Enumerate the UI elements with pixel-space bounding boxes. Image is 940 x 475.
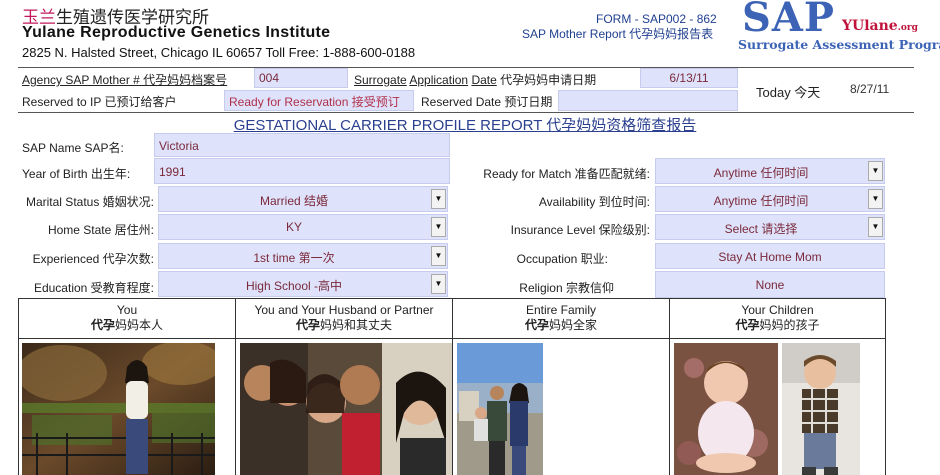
availability-label: Availability 到位时间:: [538, 195, 650, 209]
header-divider: [18, 67, 914, 68]
sap-logo: SAP YUlane.org Surrogate Assessment Prog…: [736, 0, 940, 52]
photo-column-family: Entire Family 代孕妈妈全家: [453, 299, 670, 475]
photo-header-en: Your Children: [741, 303, 814, 317]
availability-value: Anytime 任何时间: [713, 194, 809, 208]
chevron-down-icon[interactable]: ▼: [431, 246, 446, 266]
birth-year-label: Year of Birth 出生年:: [22, 167, 131, 181]
photo-column-you: You 代孕妈妈本人: [19, 299, 236, 475]
photo-column-couple: You and Your Husband or Partner 代孕妈妈和其丈夫: [236, 299, 453, 475]
surrogate-label-word2: Application: [409, 73, 469, 87]
availability-select[interactable]: Anytime 任何时间 ▼: [655, 186, 885, 212]
surrogate-photo[interactable]: [22, 343, 215, 475]
surrogate-application-date-field[interactable]: 6/13/11: [640, 68, 738, 88]
logo-yulane-text: YUlane.org: [842, 18, 918, 34]
photo-header-cn: 代孕妈妈本人: [19, 318, 235, 333]
insurance-level-label: Insurance Level 保险级别:: [510, 223, 650, 237]
insurance-level-value: Select 请选择: [724, 222, 798, 236]
agency-divider: [18, 112, 914, 113]
chevron-down-icon[interactable]: ▼: [868, 161, 883, 181]
today-date: 8/27/11: [850, 82, 890, 96]
occupation-field[interactable]: Stay At Home Mom: [655, 243, 885, 269]
ready-for-match-select[interactable]: Anytime 任何时间 ▼: [655, 158, 885, 184]
couple-photo[interactable]: [240, 343, 452, 475]
institute-english-name: Yulane Reproductive Genetics Institute: [22, 24, 331, 41]
photo-header-cn-rest: 妈妈和其丈夫: [320, 318, 393, 332]
photo-header-cn-bold: 代孕: [90, 318, 115, 332]
photo-header-cn-rest: 妈妈全家: [549, 318, 598, 332]
photo-column-children: Your Children 代孕妈妈的孩子: [670, 299, 885, 475]
logo-yulane-name: YUlane: [842, 18, 898, 34]
photo-header-en: You: [116, 303, 138, 317]
logo-tagline: Surrogate Assessment Program: [738, 37, 940, 52]
report-title: GESTATIONAL CARRIER PROFILE REPORT 代孕妈妈资…: [233, 117, 697, 134]
photo-header-en: Entire Family: [525, 303, 596, 317]
family-photo[interactable]: [457, 343, 543, 475]
reserved-ip-label: Reserved to IP 已预订给客户: [22, 95, 177, 109]
child-photo-1[interactable]: [674, 343, 778, 475]
logo-sap-text: SAP: [742, 0, 835, 41]
marital-status-label: Marital Status 婚姻状况:: [25, 195, 154, 209]
home-state-value: KY: [285, 220, 302, 234]
religion-field[interactable]: None: [655, 271, 885, 298]
chevron-down-icon[interactable]: ▼: [431, 274, 446, 294]
photo-header-cn: 代孕妈妈的孩子: [670, 318, 885, 333]
photo-header-you: You 代孕妈妈本人: [19, 299, 235, 339]
photo-header-cn: 代孕妈妈全家: [453, 318, 669, 333]
photo-header-cn-bold: 代孕: [735, 318, 760, 332]
reservation-status-field[interactable]: Ready for Reservation 接受预订: [224, 90, 414, 111]
sap-name-field[interactable]: Victoria: [154, 133, 450, 157]
marital-status-select[interactable]: Married 结婚 ▼: [158, 186, 448, 212]
ready-for-match-value: Anytime 任何时间: [713, 166, 809, 180]
photo-table: You 代孕妈妈本人 You and Your Husband or Partn…: [18, 298, 886, 475]
chevron-down-icon[interactable]: ▼: [431, 189, 446, 209]
photo-header-children: Your Children 代孕妈妈的孩子: [670, 299, 885, 339]
religion-label: Religion 宗教信仰: [519, 281, 614, 295]
ready-for-match-label: Ready for Match 准备匹配就绪:: [483, 167, 650, 181]
photo-header-couple: You and Your Husband or Partner 代孕妈妈和其丈夫: [236, 299, 452, 339]
photo-header-en: You and Your Husband or Partner: [254, 303, 434, 317]
photo-header-cn-bold: 代孕: [524, 318, 549, 332]
photo-header-cn: 代孕妈妈和其丈夫: [236, 318, 452, 333]
insurance-level-select[interactable]: Select 请选择 ▼: [655, 214, 885, 240]
education-select[interactable]: High School -高中 ▼: [158, 271, 448, 297]
surrogate-label-word3: Date: [471, 73, 497, 87]
form-title: SAP Mother Report 代孕妈妈报告表: [522, 27, 714, 41]
photo-header-cn-bold: 代孕: [295, 318, 320, 332]
reserved-date-field[interactable]: [558, 90, 738, 111]
photo-header-cn-rest: 妈妈的孩子: [759, 318, 820, 332]
reserved-date-label: Reserved Date 预订日期: [421, 95, 553, 109]
child-photo-2[interactable]: [782, 343, 860, 475]
education-label: Education 受教育程度:: [33, 281, 154, 295]
surrogate-application-label: Surrogate Application Date 代孕妈妈申请日期: [354, 71, 596, 88]
chevron-down-icon[interactable]: ▼: [868, 217, 883, 237]
birth-year-field[interactable]: 1991: [154, 158, 450, 184]
occupation-label: Occupation 职业:: [516, 252, 608, 266]
marital-status-value: Married 结婚: [259, 194, 328, 208]
institute-address: 2825 N. Halsted Street, Chicago IL 60657…: [22, 45, 416, 60]
agency-number-label: Agency SAP Mother # 代孕妈妈档案号: [22, 73, 228, 87]
experience-value: 1st time 第一次: [253, 251, 335, 265]
today-label: Today 今天: [756, 85, 821, 100]
logo-org-suffix: .org: [897, 23, 918, 33]
surrogate-label-cn: 代孕妈妈申请日期: [500, 73, 597, 87]
home-state-select[interactable]: KY ▼: [158, 214, 448, 240]
form-number: FORM - SAP002 - 862: [596, 12, 717, 26]
experience-label: Experienced 代孕次数:: [32, 252, 154, 266]
agency-number-field[interactable]: 004: [254, 68, 348, 88]
surrogate-label-word1: Surrogate: [354, 73, 407, 87]
experience-select[interactable]: 1st time 第一次 ▼: [158, 243, 448, 269]
sap-name-label: SAP Name SAP名:: [22, 141, 124, 155]
education-value: High School -高中: [245, 279, 343, 293]
home-state-label: Home State 居住州:: [47, 223, 154, 237]
chevron-down-icon[interactable]: ▼: [868, 189, 883, 209]
photo-header-cn-rest: 妈妈本人: [115, 318, 164, 332]
photo-header-family: Entire Family 代孕妈妈全家: [453, 299, 669, 339]
chevron-down-icon[interactable]: ▼: [431, 217, 446, 237]
